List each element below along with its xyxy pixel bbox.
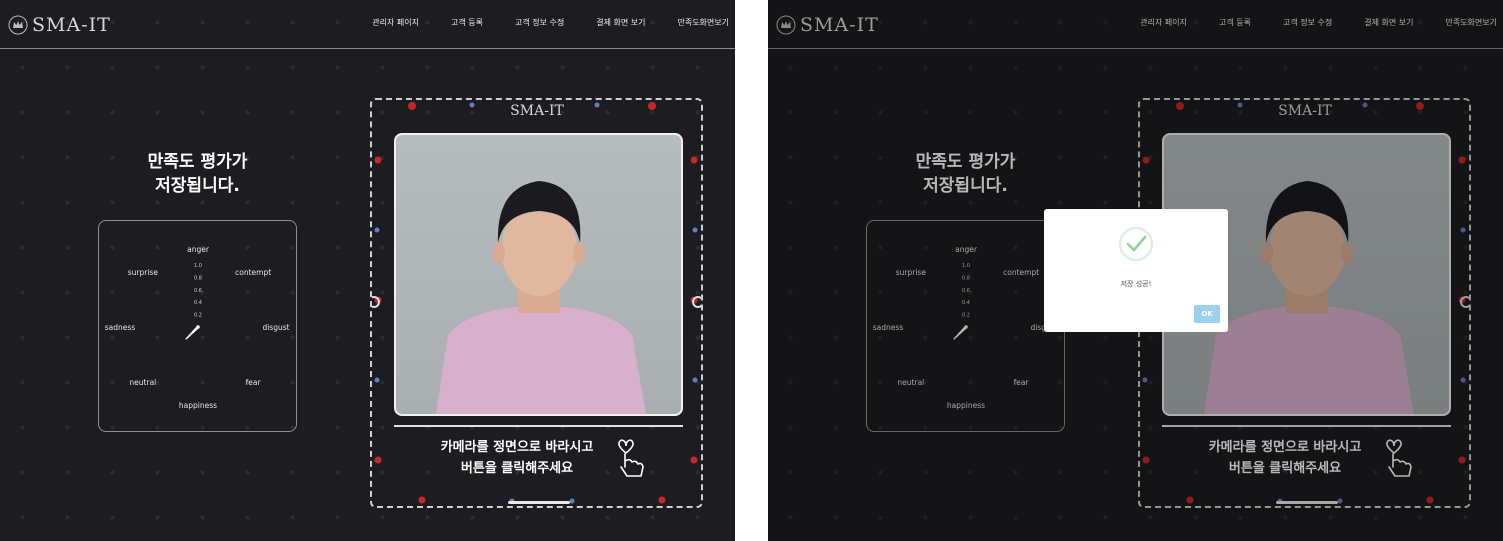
- radar-series-area: [185, 325, 200, 340]
- ok-button[interactable]: OK: [1194, 305, 1220, 323]
- radar-axis-label: happiness: [179, 401, 217, 410]
- top-navbar: SMA-IT 관리자 페이지 고객 등록 고객 정보 수정 결제 화면 보기 만…: [0, 0, 735, 49]
- camera-preview: [394, 133, 683, 416]
- radar-axis-label: sadness: [105, 323, 136, 332]
- main-nav: 관리자 페이지 고객 등록 고객 정보 수정 결제 화면 보기 만족도화면보기: [340, 17, 729, 28]
- frame-divider: [394, 425, 683, 427]
- instruction-line-1: 카메라를 정면으로 바라시고: [440, 440, 594, 455]
- emotion-radar-chart: anger contempt disgust fear happiness neutral…: [98, 220, 297, 432]
- progress-indicator: [508, 501, 570, 504]
- nav-payment-view[interactable]: 결제 화면 보기: [596, 17, 645, 28]
- radar-axis-label: disgust: [262, 323, 289, 332]
- radar-axis-label: contempt: [235, 268, 271, 277]
- radar-scale-tick: 0.4: [194, 300, 202, 306]
- brand-logo[interactable]: SMA-IT: [8, 12, 111, 38]
- camera-frame: SMA-IT 카메라를 정면으로 바라시고 버튼을 클릭해주세요: [370, 98, 703, 508]
- kiosk-screen-after: SMA-IT 관리자 페이지 고객 등록 고객 정보 수정 결제 화면 보기 만…: [768, 0, 1503, 541]
- brand-name: SMA-IT: [32, 14, 111, 36]
- check-icon: [1118, 226, 1154, 262]
- radar-axis-label: surprise: [128, 268, 159, 277]
- radar-scale-tick: 0.8: [194, 275, 202, 281]
- kiosk-screen-before: SMA-IT 관리자 페이지 고객 등록 고객 정보 수정 결제 화면 보기 만…: [0, 0, 735, 541]
- headline-line-1: 만족도 평가가: [147, 152, 248, 172]
- radar-scale-tick: 1.0: [194, 263, 202, 269]
- radar-scale-tick: 0.2: [194, 313, 202, 319]
- save-success-dialog: 저장 성공! OK: [1044, 209, 1228, 332]
- nav-customer-register[interactable]: 고객 등록: [451, 17, 483, 28]
- crown-icon: [8, 15, 28, 35]
- camera-instruction: 카메라를 정면으로 바라시고 버튼을 클릭해주세요: [412, 437, 622, 479]
- satisfaction-headline: 만족도 평가가 저장됩니다.: [120, 150, 275, 198]
- headline-line-2: 저장됩니다.: [155, 176, 240, 196]
- person-silhouette: [436, 181, 646, 414]
- radar-axis-label: neutral: [129, 378, 156, 387]
- touch-heart-icon[interactable]: [616, 434, 646, 480]
- radar-axis-label: anger: [187, 245, 210, 254]
- instruction-line-2: 버튼을 클릭해주세요: [460, 461, 574, 476]
- frame-brand-title: SMA-IT: [510, 103, 564, 119]
- radar-svg: anger contempt disgust fear happiness neutral…: [105, 245, 290, 410]
- nav-admin-page[interactable]: 관리자 페이지: [372, 17, 419, 28]
- dialog-message: 저장 성공!: [1120, 280, 1152, 288]
- nav-satisfaction-view[interactable]: 만족도화면보기: [677, 17, 729, 28]
- radar-scale-tick: 0.6: [194, 288, 202, 294]
- nav-customer-edit[interactable]: 고객 정보 수정: [515, 17, 564, 28]
- radar-axis-label: fear: [246, 378, 262, 387]
